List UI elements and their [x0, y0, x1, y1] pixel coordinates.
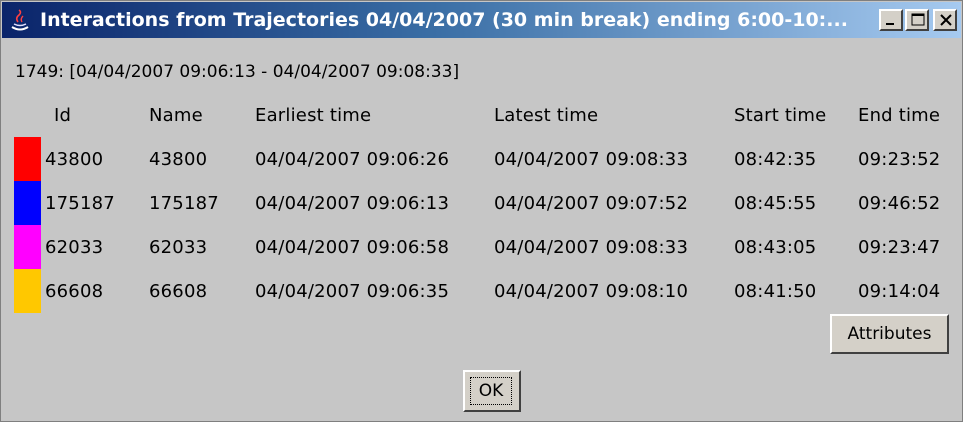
row-name: 175187: [149, 193, 219, 214]
row-end-time: 09:23:52: [858, 149, 941, 170]
row-name: 66608: [149, 281, 208, 302]
row-latest-time: 04/04/2007 09:07:52: [494, 193, 689, 214]
color-swatch: [14, 137, 41, 181]
column-header-earliest-time: Earliest time: [255, 105, 372, 126]
color-swatch: [14, 181, 41, 225]
row-id: 66608: [45, 281, 104, 302]
column-header-start-time: Start time: [734, 105, 827, 126]
row-earliest-time: 04/04/2007 09:06:13: [255, 193, 450, 214]
row-earliest-time: 04/04/2007 09:06:35: [255, 281, 450, 302]
maximize-icon: [911, 13, 925, 26]
row-end-time: 09:14:04: [858, 281, 941, 302]
column-header-id: Id: [54, 105, 72, 126]
row-latest-time: 04/04/2007 09:08:33: [494, 149, 689, 170]
title-bar[interactable]: Interactions from Trajectories 04/04/200…: [2, 2, 961, 38]
row-start-time: 08:41:50: [734, 281, 817, 302]
column-header-end-time: End time: [858, 105, 941, 126]
row-start-time: 08:43:05: [734, 237, 817, 258]
row-start-time: 08:42:35: [734, 149, 817, 170]
row-name: 62033: [149, 237, 208, 258]
window-title: Interactions from Trajectories 04/04/200…: [40, 9, 848, 31]
interaction-range-label: 1749: [04/04/2007 09:06:13 - 04/04/2007 …: [15, 62, 460, 82]
row-id: 62033: [45, 237, 104, 258]
java-app-icon: [11, 9, 29, 31]
row-id: 175187: [45, 193, 115, 214]
row-earliest-time: 04/04/2007 09:06:26: [255, 149, 450, 170]
column-header-name: Name: [149, 105, 203, 126]
color-swatch: [14, 269, 41, 313]
row-name: 43800: [149, 149, 208, 170]
row-latest-time: 04/04/2007 09:08:10: [494, 281, 689, 302]
dialog-window: Interactions from Trajectories 04/04/200…: [0, 0, 963, 422]
row-end-time: 09:46:52: [858, 193, 941, 214]
color-swatch: [14, 225, 41, 269]
minimize-icon: [886, 23, 894, 25]
row-id: 43800: [45, 149, 104, 170]
ok-button[interactable]: OK: [463, 370, 521, 412]
column-header-latest-time: Latest time: [494, 105, 599, 126]
row-start-time: 08:45:55: [734, 193, 817, 214]
close-button[interactable]: [933, 9, 957, 31]
row-latest-time: 04/04/2007 09:08:33: [494, 237, 689, 258]
row-earliest-time: 04/04/2007 09:06:58: [255, 237, 450, 258]
row-end-time: 09:23:47: [858, 237, 941, 258]
minimize-button[interactable]: [879, 9, 903, 31]
close-icon: [940, 14, 952, 26]
attributes-button[interactable]: Attributes: [830, 314, 949, 354]
ok-button-label: OK: [470, 377, 512, 405]
maximize-button[interactable]: [905, 9, 929, 31]
